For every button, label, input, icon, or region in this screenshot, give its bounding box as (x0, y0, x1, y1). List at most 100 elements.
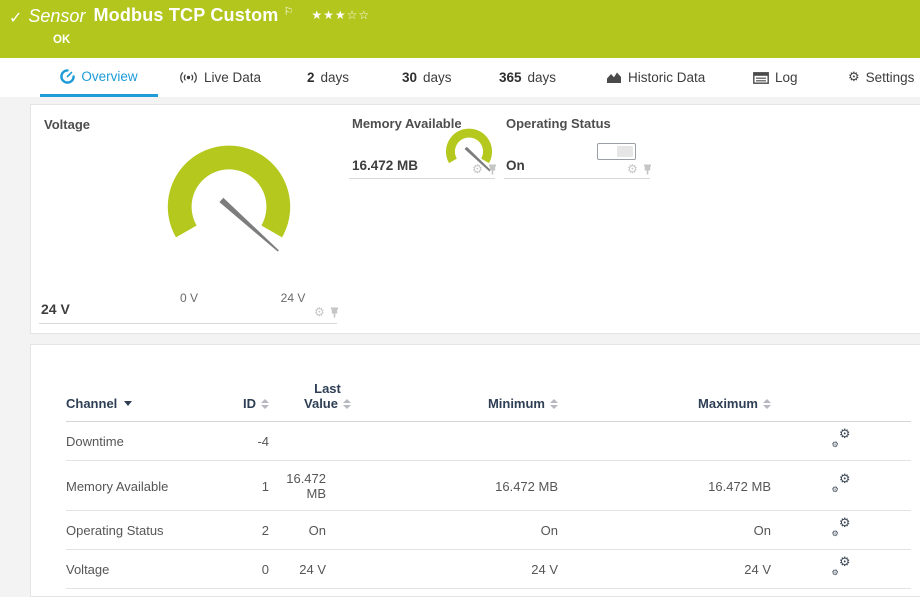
channel-id: -4 (226, 422, 269, 461)
stars-empty: ☆☆ (347, 8, 371, 22)
column-label: Channel (66, 396, 117, 411)
sort-icon (261, 399, 269, 409)
tab-historic-data[interactable]: Historic Data (606, 58, 705, 97)
tab-label: days (423, 70, 452, 85)
flag-icon[interactable]: ⚐ (284, 5, 294, 18)
stars-filled: ★★★ (311, 8, 346, 22)
channel-name: Operating Status (66, 511, 226, 550)
gear-small-icon: ⚙ (832, 569, 839, 577)
column-header-minimum[interactable]: Minimum (326, 381, 558, 422)
gauge-settings-icon[interactable]: ⚙ (314, 306, 325, 318)
channel-id: 1 (226, 461, 269, 511)
channel-maximum: 16.472 MB (558, 461, 771, 511)
tab-number: 2 (307, 70, 315, 85)
gear-small-icon: ⚙ (832, 441, 839, 449)
tab-label: Live Data (204, 70, 261, 85)
tab-2-days[interactable]: 2 days (307, 58, 349, 97)
gear-large-icon: ⚙ (839, 428, 851, 441)
voltage-gauge-max-label: 24 V (281, 291, 306, 305)
voltage-gauge (144, 126, 314, 279)
gear-large-icon: ⚙ (839, 517, 851, 530)
tab-number: 365 (499, 70, 522, 85)
pin-icon[interactable] (330, 307, 339, 318)
operating-card-icons: ⚙ (627, 163, 652, 175)
gear-icon: ⚙ (848, 70, 860, 85)
memory-card-icons: ⚙ (472, 163, 497, 175)
tab-overview[interactable]: Overview (40, 58, 158, 97)
channel-name: Downtime (66, 422, 226, 461)
channel-id: 2 (226, 511, 269, 550)
pin-icon[interactable] (643, 164, 652, 175)
table-row: Memory Available 1 16.472 MB 16.472 MB 1… (66, 461, 911, 511)
channel-maximum: 24 V (558, 550, 771, 589)
tab-label: Log (775, 70, 798, 85)
channel-settings-icon[interactable]: ⚙⚙ (832, 560, 851, 576)
log-icon (753, 72, 769, 84)
sensor-header: ✓ Sensor Modbus TCP Custom ⚐ ★★★☆☆ OK (0, 0, 920, 58)
tab-30-days[interactable]: 30 days (402, 58, 452, 97)
gear-small-icon: ⚙ (832, 530, 839, 538)
memory-value: 16.472 MB (352, 158, 418, 173)
channel-settings-icon[interactable]: ⚙⚙ (832, 521, 851, 537)
gauge-icon (60, 69, 75, 84)
channel-settings-icon[interactable]: ⚙⚙ (832, 477, 851, 493)
column-header-actions (771, 381, 911, 422)
status-check-icon: ✓ (9, 8, 22, 28)
table-row: Operating Status 2 On On On ⚙⚙ (66, 511, 911, 550)
sort-icon (343, 399, 351, 409)
channel-last-value: On (269, 511, 326, 550)
tab-live-data[interactable]: Live Data (179, 58, 261, 97)
sort-icon (550, 399, 558, 409)
channel-maximum (558, 422, 771, 461)
tab-label: days (528, 70, 557, 85)
column-label: Minimum (488, 396, 545, 411)
broadcast-icon (179, 71, 198, 84)
pin-icon[interactable] (488, 164, 497, 175)
tab-log[interactable]: Log (753, 58, 798, 97)
channel-last-value: 24 V (269, 550, 326, 589)
sensor-kind-label: Sensor (28, 6, 85, 27)
column-header-last-value[interactable]: Last Value (269, 381, 326, 422)
tab-settings[interactable]: ⚙ Settings (848, 58, 914, 97)
gear-small-icon: ⚙ (832, 486, 839, 494)
sensor-title: Modbus TCP Custom (93, 5, 278, 26)
column-label: Maximum (698, 396, 758, 411)
column-label: Last (314, 381, 341, 396)
gear-large-icon: ⚙ (839, 556, 851, 569)
area-chart-icon (606, 71, 622, 84)
operating-card-divider (504, 178, 650, 179)
channel-table: Channel ID Last Value Minimum Maximum (66, 381, 911, 589)
memory-card-divider (349, 178, 495, 179)
gear-large-icon: ⚙ (839, 473, 851, 486)
channel-minimum: On (326, 511, 558, 550)
table-row: Downtime -4 ⚙⚙ (66, 422, 911, 461)
channel-minimum: 16.472 MB (326, 461, 558, 511)
tab-label: Settings (866, 70, 915, 85)
channel-maximum: On (558, 511, 771, 550)
table-row: Voltage 0 24 V 24 V 24 V ⚙⚙ (66, 550, 911, 589)
gauge-settings-icon[interactable]: ⚙ (627, 163, 638, 175)
channel-minimum: 24 V (326, 550, 558, 589)
table-header-row: Channel ID Last Value Minimum Maximum (66, 381, 911, 422)
priority-stars[interactable]: ★★★☆☆ (311, 8, 370, 22)
channel-settings-icon[interactable]: ⚙⚙ (832, 432, 851, 448)
column-header-channel[interactable]: Channel (66, 381, 226, 422)
tab-365-days[interactable]: 365 days (499, 58, 556, 97)
column-label: Value (304, 396, 338, 411)
column-label: ID (243, 396, 256, 411)
voltage-card-divider (39, 323, 337, 324)
column-header-maximum[interactable]: Maximum (558, 381, 771, 422)
tab-label: Overview (81, 69, 137, 84)
channel-last-value: 16.472 MB (269, 461, 326, 511)
voltage-card-icons: ⚙ (314, 306, 339, 318)
sort-icon (763, 399, 771, 409)
tab-bar: Overview Live Data 2 days 30 days 365 da… (0, 58, 920, 97)
voltage-gauge-min-label: 0 V (180, 291, 198, 305)
column-header-id[interactable]: ID (226, 381, 269, 422)
tab-label: days (321, 70, 350, 85)
channel-name: Voltage (66, 550, 226, 589)
channel-minimum (326, 422, 558, 461)
gauges-panel: Voltage 0 V 24 V 24 V ⚙ Memory Available… (30, 104, 920, 334)
gauge-settings-icon[interactable]: ⚙ (472, 163, 483, 175)
sort-desc-icon (124, 401, 132, 406)
